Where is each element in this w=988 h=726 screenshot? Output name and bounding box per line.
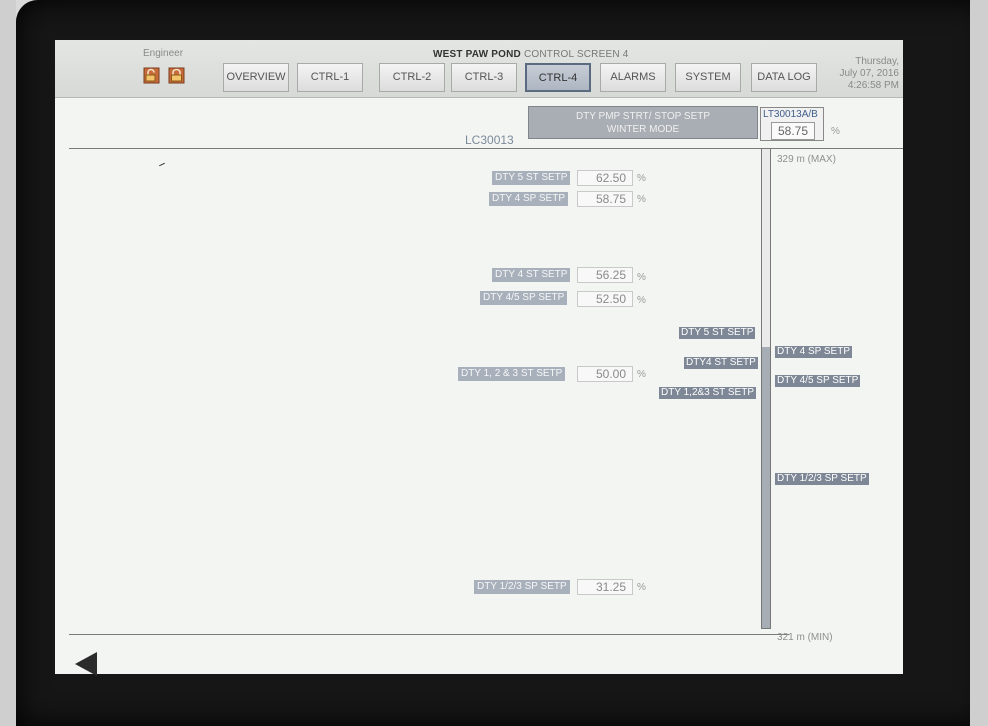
level-scale-max: 329 m (MAX) <box>777 154 836 165</box>
controller-tag: LC30013 <box>465 133 514 147</box>
level-transmitter-box: LT30013A/B 58.75 <box>760 107 824 141</box>
date-time: 4:26:58 PM <box>847 80 899 91</box>
tab-ctrl-4[interactable]: CTRL-4 <box>525 63 591 92</box>
setpoint-label-dty45-sp: DTY 4/5 SP SETP <box>480 291 568 305</box>
user-role-label: Engineer <box>143 48 184 59</box>
screen-title: WEST PAW POND CONTROL SCREEN 4 <box>433 49 628 60</box>
marker-dty4-sp: DTY 4 SP SETP <box>775 346 852 358</box>
tab-ctrl-1[interactable]: CTRL-1 <box>297 63 363 92</box>
marker-dty5-st: DTY 5 ST SETP <box>679 327 756 339</box>
setpoint-value-dty45-sp[interactable]: 52.50 <box>577 291 633 307</box>
marker-dty123-st: DTY 1,2&3 ST SETP <box>659 387 757 399</box>
marker-dty123-sp: DTY 1/2/3 SP SETP <box>775 473 869 485</box>
setpoint-label-dty123-sp: DTY 1/2/3 SP SETP <box>474 580 570 594</box>
tab-data-log[interactable]: DATA LOG <box>751 63 817 92</box>
setpoint-value-dty4-st[interactable]: 56.25 <box>577 267 633 283</box>
photo-background-right <box>970 0 988 726</box>
lock-icon[interactable] <box>168 67 185 84</box>
setpoint-mode-title: DTY PMP STRT/ STOP SETP <box>575 111 711 122</box>
setpoint-value-dty123-st[interactable]: 50.00 <box>577 366 633 382</box>
datetime-display: Thursday, July 07, 2016 4:26:58 PM <box>840 56 900 92</box>
back-arrow-icon[interactable] <box>75 652 97 676</box>
level-transmitter-tag: LT30013A/B <box>763 109 818 120</box>
setpoint-unit: % <box>637 369 646 380</box>
tab-overview[interactable]: OVERVIEW <box>223 63 289 92</box>
level-scale-min: 321 m (MIN) <box>777 632 833 643</box>
setpoint-value-dty5-st[interactable]: 62.50 <box>577 170 633 186</box>
date-date: July 07, 2016 <box>839 68 900 79</box>
unlock-icon[interactable] <box>143 67 160 84</box>
top-divider <box>69 148 903 149</box>
setpoint-label-dty4-st: DTY 4 ST SETP <box>492 268 571 282</box>
setpoint-value-dty4-sp[interactable]: 58.75 <box>577 191 633 207</box>
setpoint-unit: % <box>637 194 646 205</box>
setpoint-label-dty4-sp: DTY 4 SP SETP <box>489 192 568 206</box>
setpoint-value-dty123-sp[interactable]: 31.25 <box>577 579 633 595</box>
setpoint-unit: % <box>637 582 646 593</box>
cursor-mark <box>159 162 165 167</box>
screen-title-rest: CONTROL SCREEN 4 <box>520 49 629 60</box>
setpoint-unit: % <box>637 272 646 283</box>
setpoint-label-dty5-st: DTY 5 ST SETP <box>492 171 571 185</box>
setpoint-unit: % <box>637 295 646 306</box>
setpoint-mode-box: DTY PMP STRT/ STOP SETP WINTER MODE <box>528 106 758 139</box>
level-transmitter-unit: % <box>831 126 840 137</box>
level-bar-fill <box>762 346 770 628</box>
tab-ctrl-3[interactable]: CTRL-3 <box>451 63 517 92</box>
setpoint-label-dty123-st: DTY 1, 2 & 3 ST SETP <box>458 367 566 381</box>
marker-dty4-st: DTY4 ST SETP <box>684 357 758 369</box>
tab-ctrl-2[interactable]: CTRL-2 <box>379 63 445 92</box>
setpoint-unit: % <box>637 173 646 184</box>
header-bar: Engineer WEST PAW POND CONTROL SCREEN 4 … <box>55 40 903 98</box>
bottom-divider <box>69 634 789 635</box>
hmi-screen: Engineer WEST PAW POND CONTROL SCREEN 4 … <box>55 40 903 674</box>
level-transmitter-value: 58.75 <box>771 122 815 140</box>
tab-alarms[interactable]: ALARMS <box>600 63 666 92</box>
screen-title-site: WEST PAW POND <box>433 49 521 60</box>
level-bar <box>761 148 771 629</box>
tab-system[interactable]: SYSTEM <box>675 63 741 92</box>
photo-background-left <box>0 0 16 726</box>
setpoint-mode-subtitle: WINTER MODE <box>606 124 680 135</box>
marker-dty45-sp: DTY 4/5 SP SETP <box>775 375 861 387</box>
date-day: Thursday, <box>855 56 899 67</box>
